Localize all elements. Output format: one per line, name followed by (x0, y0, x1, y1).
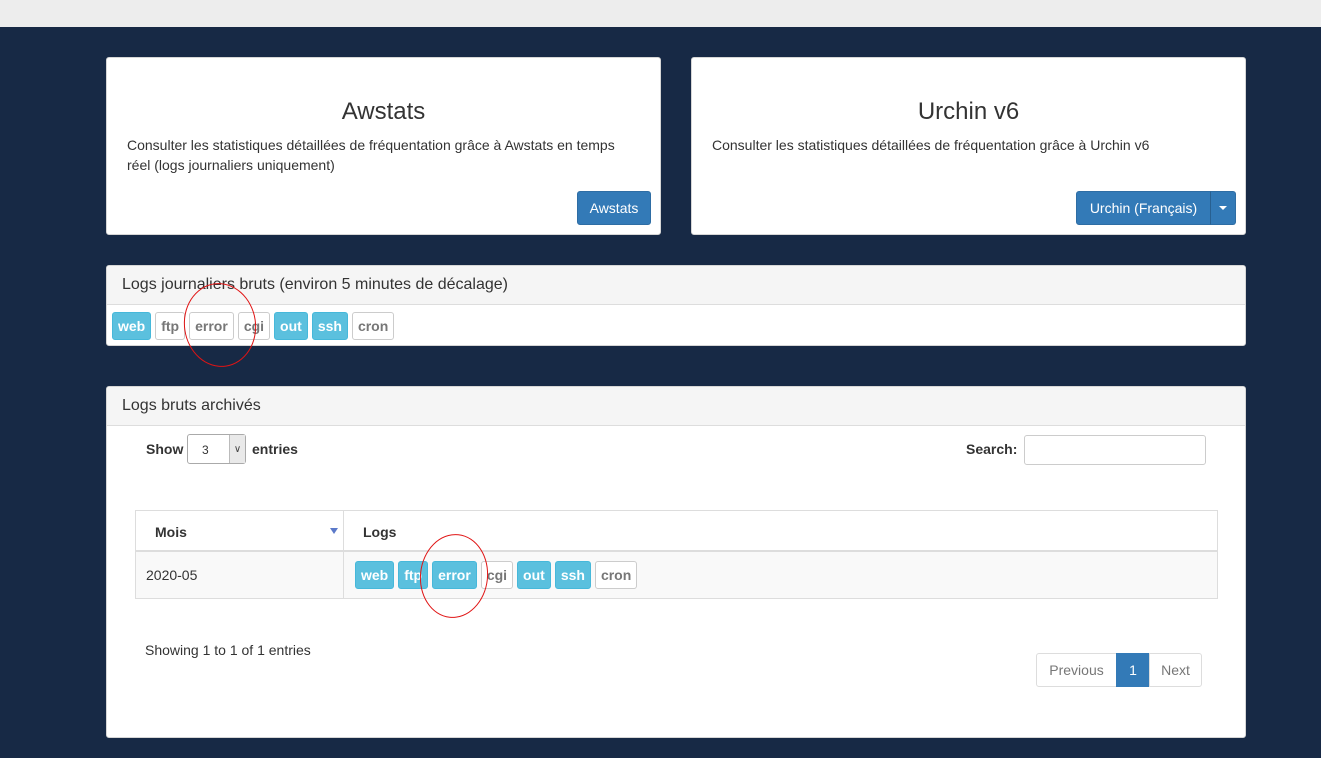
pagination: Previous 1 Next (1036, 653, 1202, 687)
month-cell: 2020-05 (136, 552, 344, 598)
search-label: Search: (966, 441, 1018, 457)
month-value: 2020-05 (146, 567, 198, 583)
page-1-button[interactable]: 1 (1116, 653, 1150, 687)
archived-log-tag[interactable]: web (355, 561, 395, 589)
daily-logs-heading: Logs journaliers bruts (environ 5 minute… (107, 266, 1245, 305)
daily-logs-tags: web ftp error cgi out ssh cron (112, 312, 395, 340)
awstats-description: Consulter les statistiques détaillées de… (127, 137, 615, 173)
daily-log-tag[interactable]: cgi (237, 312, 271, 340)
archived-log-tag[interactable]: cgi (480, 561, 514, 589)
table-info: Showing 1 to 1 of 1 entries (145, 642, 311, 658)
column-header-logs: Logs (344, 511, 1217, 552)
archived-log-tag[interactable]: ftp (398, 561, 429, 589)
archived-log-tag[interactable]: ssh (554, 561, 591, 589)
entries-label: entries (252, 441, 298, 457)
table-row: 2020-05 web ftp error cgi out ssh cron (136, 552, 1217, 598)
chevron-down-icon: ∨ (229, 435, 245, 463)
daily-log-tag[interactable]: out (274, 312, 308, 340)
awstats-button[interactable]: Awstats (577, 191, 651, 225)
caret-down-icon (1219, 206, 1227, 210)
urchin-title: Urchin v6 (917, 98, 1020, 125)
urchin-button[interactable]: Urchin (Français) (1076, 191, 1211, 225)
archived-log-tags: web ftp error cgi out ssh cron (355, 561, 638, 589)
daily-logs-panel: Logs journaliers bruts (environ 5 minute… (106, 265, 1246, 346)
daily-log-tag[interactable]: cron (351, 312, 395, 340)
column-header-mois[interactable]: Mois (136, 511, 344, 552)
urchin-card: Urchin v6 Consulter les statistiques dét… (691, 57, 1246, 235)
previous-page-button[interactable]: Previous (1036, 653, 1117, 687)
urchin-description: Consulter les statistiques détaillées de… (712, 137, 1150, 153)
archived-log-tag[interactable]: cron (594, 561, 638, 589)
awstats-title: Awstats (341, 98, 426, 125)
daily-log-tag[interactable]: ssh (311, 312, 348, 340)
archived-log-tag[interactable]: out (517, 561, 551, 589)
top-bar (0, 0, 1321, 27)
column-header-label: Mois (155, 524, 187, 540)
daily-log-tag[interactable]: web (112, 312, 152, 340)
show-label: Show (146, 441, 184, 457)
archived-logs-heading: Logs bruts archivés (107, 387, 1245, 426)
awstats-card: Awstats Consulter les statistiques détai… (106, 57, 661, 235)
page-length-value: 3 (202, 443, 209, 457)
archived-logs-table: Mois Logs 2020-05 web ftp error cgi out … (135, 510, 1218, 599)
column-header-label: Logs (363, 524, 397, 540)
archived-log-tag[interactable]: error (432, 561, 477, 589)
sort-desc-icon (330, 528, 338, 534)
page-length-select[interactable]: 3 ∨ (187, 434, 246, 464)
next-page-button[interactable]: Next (1149, 653, 1202, 687)
urchin-dropdown-toggle[interactable] (1210, 191, 1236, 225)
daily-log-tag[interactable]: ftp (155, 312, 186, 340)
daily-log-tag[interactable]: error (189, 312, 234, 340)
search-input[interactable] (1024, 435, 1206, 465)
